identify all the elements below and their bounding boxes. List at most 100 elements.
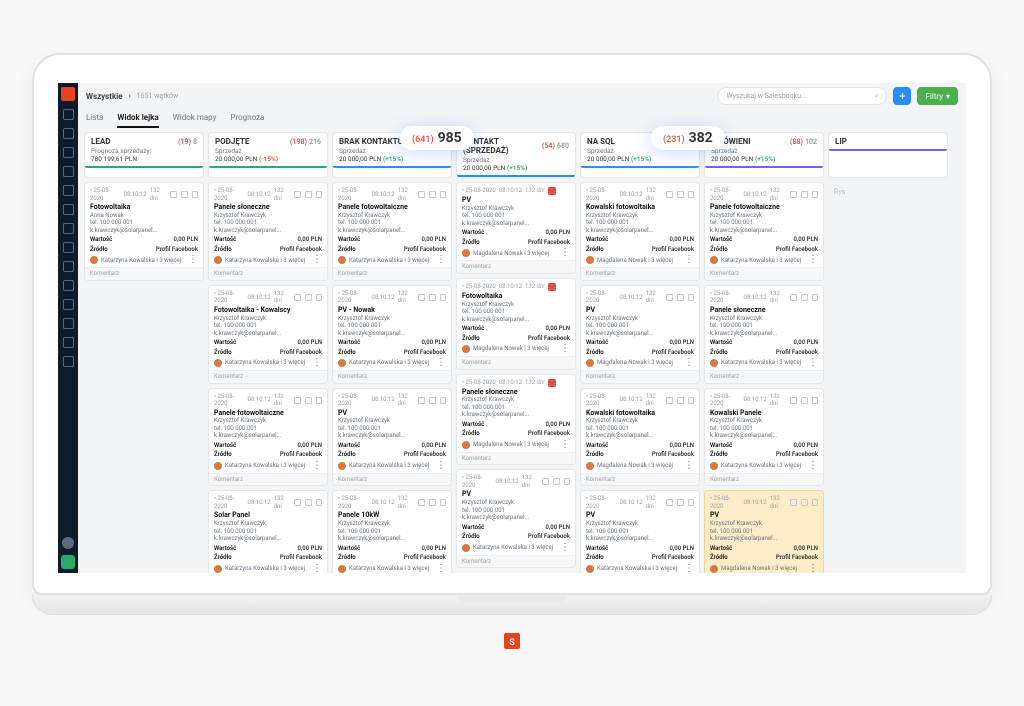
card-menu-icon[interactable]: ⋮ [808, 257, 818, 263]
user-avatar[interactable] [62, 537, 74, 549]
clipboard-icon[interactable] [666, 191, 673, 198]
nav-contacts-icon[interactable] [63, 147, 74, 158]
nav-automation-icon[interactable] [63, 280, 74, 291]
clipboard-icon[interactable] [790, 294, 797, 301]
note-icon[interactable] [812, 294, 819, 301]
clipboard-icon[interactable] [542, 478, 549, 485]
calendar-icon[interactable] [305, 499, 312, 506]
note-icon[interactable] [812, 499, 819, 506]
clipboard-icon[interactable] [666, 294, 673, 301]
card-menu-icon[interactable]: ⋮ [436, 257, 446, 263]
calendar-icon[interactable] [305, 397, 312, 404]
deal-card[interactable]: • 25-08-202008:10:12132 dni Fotowoltaika… [84, 182, 204, 281]
calendar-icon[interactable] [429, 294, 436, 301]
card-menu-icon[interactable]: ⋮ [312, 463, 322, 469]
calendar-icon[interactable] [677, 294, 684, 301]
nav-integrations-icon[interactable] [63, 299, 74, 310]
note-icon[interactable] [440, 397, 447, 404]
card-menu-icon[interactable]: ⋮ [560, 346, 570, 352]
stage-header[interactable]: KONTAKT (SPRZEDAŻ) (54)680 Sprzedaż 20 0… [456, 132, 576, 178]
calendar-icon[interactable] [429, 191, 436, 198]
note-icon[interactable] [688, 397, 695, 404]
card-menu-icon[interactable]: ⋮ [684, 463, 694, 469]
clipboard-icon[interactable] [790, 397, 797, 404]
tab-list[interactable]: Lista [86, 113, 103, 128]
card-menu-icon[interactable]: ⋮ [808, 566, 818, 572]
deal-card[interactable]: • 25-08-202008:10:12132 dni PV - Nowak K… [332, 285, 452, 384]
calendar-icon[interactable] [429, 397, 436, 404]
calendar-icon[interactable] [801, 397, 808, 404]
nav-help-icon[interactable] [63, 337, 74, 348]
clipboard-icon[interactable] [294, 397, 301, 404]
status-toggle[interactable] [61, 555, 75, 569]
card-menu-icon[interactable]: ⋮ [684, 257, 694, 263]
card-menu-icon[interactable]: ⋮ [560, 442, 570, 448]
clipboard-icon[interactable] [294, 191, 301, 198]
clipboard-icon[interactable] [170, 191, 177, 198]
note-icon[interactable] [440, 191, 447, 198]
tab-funnel[interactable]: Widok lejka [117, 113, 158, 128]
clipboard-icon[interactable] [418, 499, 425, 506]
calendar-icon[interactable] [181, 191, 188, 198]
nav-other-icon[interactable] [63, 356, 74, 367]
nav-chart-icon[interactable] [63, 128, 74, 139]
stage-header[interactable]: LEAD (19)8 Prognoza sprzedaży: 780 199,6… [84, 132, 204, 178]
deal-card[interactable]: • 25-08-202008:10:12132 dni Panele słone… [456, 374, 576, 466]
deal-card[interactable]: • 25-08-202008:10:12132 dni PV Krzysztof… [580, 285, 700, 384]
note-icon[interactable] [812, 191, 819, 198]
clipboard-icon[interactable] [790, 499, 797, 506]
note-icon[interactable] [316, 397, 323, 404]
kanban-board[interactable]: • 25-08-202008:10:12132 dni Fotowoltaika… [78, 178, 966, 573]
card-menu-icon[interactable]: ⋮ [560, 250, 570, 256]
calendar-icon[interactable] [677, 499, 684, 506]
stage-header[interactable]: LIP [828, 132, 948, 178]
card-menu-icon[interactable]: ⋮ [808, 360, 818, 366]
deal-card[interactable]: • 25-08-202008:10:12132 dni Kowalski fot… [580, 388, 700, 487]
nav-documents-icon[interactable] [63, 204, 74, 215]
search-input[interactable]: Wyszukaj w Salesbooku... ⌕ [717, 87, 887, 105]
calendar-icon[interactable] [677, 191, 684, 198]
tab-map[interactable]: Widok mapy [173, 113, 217, 128]
clipboard-icon[interactable] [294, 499, 301, 506]
calendar-icon[interactable] [305, 294, 312, 301]
nav-deals-icon[interactable] [63, 166, 74, 177]
deal-card[interactable]: • 25-08-202008:10:12132 dni PV Krzysztof… [332, 388, 452, 487]
calendar-icon[interactable] [305, 191, 312, 198]
clipboard-icon[interactable] [790, 191, 797, 198]
deal-card[interactable]: • 25-08-202008:10:12132 dni PV Krzysztof… [704, 490, 824, 573]
calendar-icon[interactable] [801, 499, 808, 506]
note-icon[interactable] [688, 191, 695, 198]
nav-calendar-icon[interactable] [63, 185, 74, 196]
app-logo-icon[interactable] [61, 87, 75, 101]
deal-card[interactable]: • 25-08-202008:10:12132 dni PV Krzysztof… [456, 469, 576, 568]
deal-card[interactable]: • 25-08-202008:10:12132 dni Kowalski fot… [580, 182, 700, 281]
calendar-icon[interactable] [429, 499, 436, 506]
card-menu-icon[interactable]: ⋮ [312, 360, 322, 366]
note-icon[interactable] [812, 397, 819, 404]
clipboard-icon[interactable] [666, 397, 673, 404]
note-icon[interactable] [688, 294, 695, 301]
nav-reports-icon[interactable] [63, 261, 74, 272]
note-icon[interactable] [316, 499, 323, 506]
deal-card[interactable]: • 25-08-202008:10:12132 dni Fotowoltaika… [208, 285, 328, 384]
nav-mail-icon[interactable] [63, 223, 74, 234]
card-menu-icon[interactable]: ⋮ [684, 360, 694, 366]
note-icon[interactable] [316, 294, 323, 301]
calendar-icon[interactable] [801, 191, 808, 198]
note-icon[interactable] [688, 499, 695, 506]
deal-card[interactable]: • 25-08-202008:10:12132 dni Panele fotow… [704, 182, 824, 281]
clipboard-icon[interactable] [294, 294, 301, 301]
deal-card[interactable]: • 25-08-202008:10:12132 dni Panele słone… [704, 285, 824, 384]
add-button[interactable]: + [893, 87, 911, 105]
nav-dashboard-icon[interactable] [63, 109, 74, 120]
card-menu-icon[interactable]: ⋮ [436, 463, 446, 469]
nav-products-icon[interactable] [63, 242, 74, 253]
breadcrumb[interactable]: Wszystkie [86, 92, 123, 101]
deal-card[interactable]: • 25-08-202008:10:12132 dni Kowalski Pan… [704, 388, 824, 487]
filters-button[interactable]: Filtry ▾ [917, 87, 958, 105]
calendar-icon[interactable] [677, 397, 684, 404]
card-menu-icon[interactable]: ⋮ [560, 545, 570, 551]
clipboard-icon[interactable] [666, 499, 673, 506]
calendar-icon[interactable] [553, 478, 560, 485]
stage-header[interactable]: PODJĘTE (198)216 Sprzedaż 20 000,00 PLN … [208, 132, 328, 178]
